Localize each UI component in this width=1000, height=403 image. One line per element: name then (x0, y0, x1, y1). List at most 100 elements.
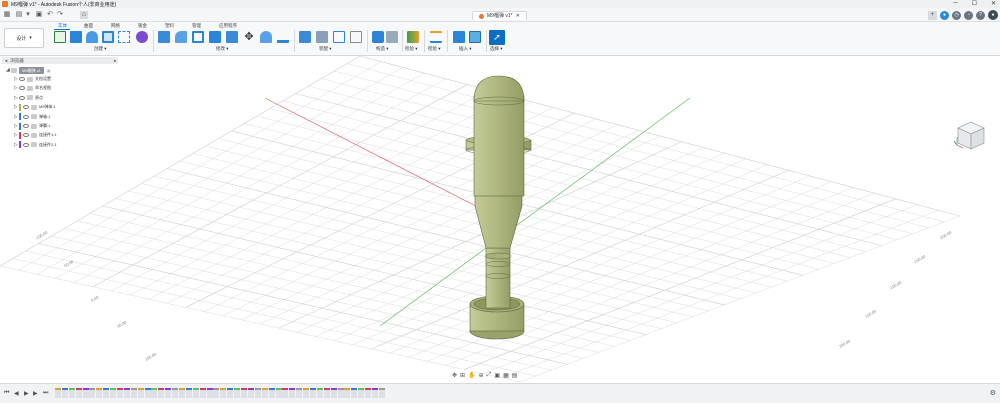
document-tab[interactable]: M9榴弹 v1* ✕ (472, 11, 527, 20)
timeline-feature[interactable] (289, 388, 296, 398)
zoom-icon[interactable]: ⊕ (479, 372, 484, 379)
viewport-canvas[interactable]: -100.00 -50.00 0.00 50.00 100.00 -200.00… (0, 55, 1000, 383)
tree-item[interactable]: ▷ 连接件2:1 (14, 141, 130, 149)
next-step-icon[interactable]: ▶ (33, 390, 38, 397)
undo-icon[interactable]: ↶ (46, 11, 54, 19)
pan-icon[interactable]: ⊞ (460, 372, 465, 379)
timeline-feature[interactable] (282, 388, 289, 398)
timeline-feature[interactable] (268, 388, 275, 398)
timeline-feature[interactable] (110, 388, 117, 398)
tree-item[interactable]: ▷ 命名视图 (14, 84, 130, 92)
construct-menu[interactable]: 构造 ▾ (376, 46, 389, 52)
timeline-feature[interactable] (358, 388, 365, 398)
timeline-feature[interactable] (213, 388, 220, 398)
browser-header[interactable]: ◂ 浏览器 ● (2, 57, 118, 64)
timeline-feature[interactable] (82, 388, 89, 398)
viewports-icon[interactable]: ▤ (512, 372, 518, 379)
chevron-down-icon[interactable]: ▾ (24, 11, 32, 19)
tab-mesh[interactable]: 网格 (111, 23, 120, 29)
timeline-feature[interactable] (234, 388, 241, 398)
tree-item[interactable]: ▷ 文档设置 (14, 75, 130, 83)
avatar[interactable]: ● (988, 10, 998, 20)
save-icon[interactable]: ▣ (35, 11, 43, 19)
timeline-feature[interactable] (337, 388, 344, 398)
timeline-feature[interactable] (158, 388, 165, 398)
measure-tool-icon[interactable] (430, 31, 442, 43)
tab-surface[interactable]: 曲面 (84, 23, 93, 29)
clock-icon[interactable]: ◷ (952, 10, 961, 20)
timeline-feature[interactable] (206, 388, 213, 398)
app-grid-icon[interactable]: ▦ (3, 11, 11, 19)
timeline-feature[interactable] (192, 388, 199, 398)
home-icon[interactable]: ⌂ (80, 11, 88, 19)
minimize-button[interactable]: ─ (953, 0, 957, 7)
timeline-feature[interactable] (137, 388, 144, 398)
split-icon[interactable] (226, 31, 238, 43)
timeline-feature[interactable] (220, 388, 227, 398)
last-step-icon[interactable]: ⏭ (43, 390, 48, 397)
select-tool-button[interactable]: ➚ (489, 30, 505, 45)
timeline-feature[interactable] (296, 388, 303, 398)
tab-manage[interactable]: 管理 (192, 23, 201, 29)
extrude-icon[interactable] (70, 31, 82, 43)
offset-plane-icon[interactable] (372, 31, 384, 43)
select-menu[interactable]: 选择 ▾ (490, 46, 503, 52)
tree-item[interactable]: ▷ M9弹体:1 (14, 103, 130, 111)
timeline-feature[interactable] (75, 388, 82, 398)
tree-item[interactable]: ▷ 原点 (14, 94, 130, 102)
file-icon[interactable]: ▤ (15, 11, 23, 19)
redo-icon[interactable]: ↷ (56, 11, 64, 19)
appearance-icon[interactable] (260, 31, 272, 43)
bell-icon[interactable]: ◔ (964, 10, 973, 20)
timeline-feature[interactable] (103, 388, 110, 398)
help-icon[interactable]: ? (976, 10, 985, 20)
timeline-feature[interactable] (199, 388, 206, 398)
create-menu[interactable]: 创建 ▾ (94, 46, 107, 52)
timeline-feature[interactable] (165, 388, 172, 398)
first-step-icon[interactable]: ⏮ (4, 390, 9, 397)
tab-plastic[interactable]: 塑料 (165, 23, 174, 29)
fillet-icon[interactable] (175, 31, 187, 43)
timeline-feature[interactable] (323, 388, 330, 398)
notification-icon[interactable]: ● (940, 10, 949, 20)
close-button[interactable]: ✕ (991, 0, 996, 7)
measure-icon[interactable] (277, 31, 289, 43)
timeline-feature[interactable] (227, 388, 234, 398)
tree-item[interactable]: ▷ 弹轴:1 (14, 113, 130, 121)
viewcube[interactable] (954, 119, 988, 153)
visibility-icon[interactable] (19, 86, 25, 91)
timeline-feature[interactable] (365, 388, 372, 398)
target-icon[interactable]: ◎ (47, 68, 51, 73)
prev-step-icon[interactable]: ◀ (14, 390, 19, 397)
timeline-feature[interactable] (316, 388, 323, 398)
hole-icon[interactable] (102, 31, 114, 43)
as-built-joint-icon[interactable] (333, 31, 345, 43)
timeline-feature[interactable] (179, 388, 186, 398)
timeline-feature[interactable] (144, 388, 151, 398)
visibility-icon[interactable] (23, 114, 29, 119)
timeline-feature[interactable] (254, 388, 261, 398)
timeline-feature[interactable] (123, 388, 130, 398)
grid-icon[interactable]: ▦ (503, 372, 509, 379)
pin-icon[interactable]: ● (114, 58, 116, 63)
fit-icon[interactable]: ⤢ (487, 372, 492, 379)
3d-viewport[interactable]: -100.00 -50.00 0.00 50.00 100.00 -200.00… (0, 55, 1000, 383)
insert-canvas-icon[interactable] (469, 31, 481, 43)
inspect-menu[interactable]: 检验 ▾ (405, 46, 418, 52)
move-icon[interactable]: ✥ (243, 31, 255, 43)
timeline-feature[interactable] (117, 388, 124, 398)
insert-derive-icon[interactable] (453, 31, 465, 43)
play-icon[interactable]: ▶ (24, 390, 29, 397)
assemble-menu[interactable]: 装配 ▾ (319, 46, 332, 52)
visibility-icon[interactable] (23, 133, 29, 138)
workspace-switcher[interactable]: 设计 ▾ (4, 28, 44, 48)
timeline-feature[interactable] (351, 388, 358, 398)
timeline-feature[interactable] (61, 388, 68, 398)
shell-icon[interactable] (192, 31, 204, 43)
timeline-feature[interactable] (89, 388, 96, 398)
collapse-icon[interactable]: ◂ (5, 58, 7, 64)
visibility-icon[interactable] (19, 95, 25, 100)
timeline-track[interactable] (55, 388, 386, 400)
visibility-icon[interactable] (23, 142, 29, 147)
timeline-feature[interactable] (344, 388, 351, 398)
